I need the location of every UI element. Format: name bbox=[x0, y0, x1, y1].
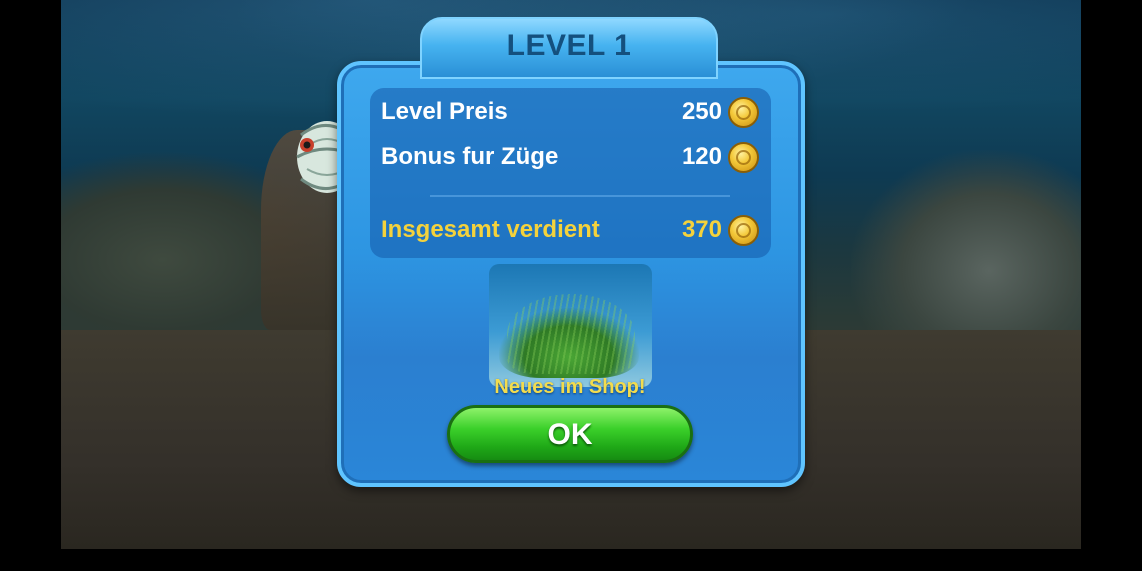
level-prize-label: Level Preis bbox=[381, 98, 508, 125]
seagrass-strands bbox=[507, 294, 635, 374]
shop-item-image bbox=[489, 264, 652, 387]
level-title-tab: LEVEL 1 bbox=[420, 17, 718, 79]
coin-icon bbox=[728, 97, 759, 128]
total-earned-value: 370 bbox=[681, 216, 722, 243]
coin-icon bbox=[728, 142, 759, 173]
ok-button[interactable]: OK bbox=[447, 405, 693, 463]
new-in-shop-text: Neues im Shop! bbox=[494, 376, 646, 398]
moves-bonus-value: 120 bbox=[681, 143, 722, 170]
total-earned-label: Insgesamt verdient bbox=[381, 216, 600, 243]
coin-icon bbox=[728, 215, 759, 246]
level-title: LEVEL 1 bbox=[506, 29, 632, 62]
ok-button-label: OK bbox=[547, 418, 593, 451]
summary-divider bbox=[430, 195, 730, 197]
moves-bonus-label: Bonus fur Züge bbox=[381, 143, 559, 170]
level-prize-value: 250 bbox=[681, 98, 722, 125]
